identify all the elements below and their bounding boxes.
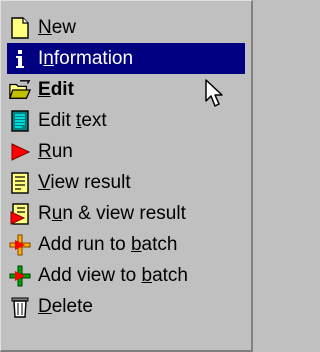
menu-item-label: Run & view result [38,202,186,224]
run-view-result-icon [9,202,31,225]
context-menu: New Information Edit Edit text Run View … [0,0,253,352]
menu-item-label: Delete [38,295,93,317]
menu-item-edit-text[interactable]: Edit text [7,105,245,136]
add-view-batch-icon [9,265,31,287]
information-icon [9,48,31,70]
add-run-batch-icon [9,234,31,256]
menu-item-label: Information [38,47,134,69]
open-folder-edit-icon [9,79,31,101]
mouse-pointer-icon [205,79,223,107]
menu-item-label: Edit [38,78,74,100]
menu-item-label: Add run to batch [38,233,178,255]
menu-item-label: Edit text [38,109,107,131]
menu-item-information[interactable]: Information [7,43,245,74]
menu-item-run-view-result[interactable]: Run & view result [7,198,245,229]
menu-item-label: View result [38,171,131,193]
menu-item-add-run-to-batch[interactable]: Add run to batch [7,229,245,260]
run-arrow-icon [9,141,31,163]
menu-item-label: New [38,16,77,38]
text-document-icon [9,109,31,132]
menu-item-run[interactable]: Run [7,136,245,167]
menu-item-new[interactable]: New [7,12,245,43]
new-document-icon [9,16,31,39]
result-document-icon [9,171,31,194]
trash-can-icon [9,296,31,318]
menu-item-delete[interactable]: Delete [7,291,245,322]
menu-item-label: Add view to batch [38,264,188,286]
menu-item-view-result[interactable]: View result [7,167,245,198]
menu-item-add-view-to-batch[interactable]: Add view to batch [7,260,245,291]
menu-item-label: Run [38,140,73,162]
